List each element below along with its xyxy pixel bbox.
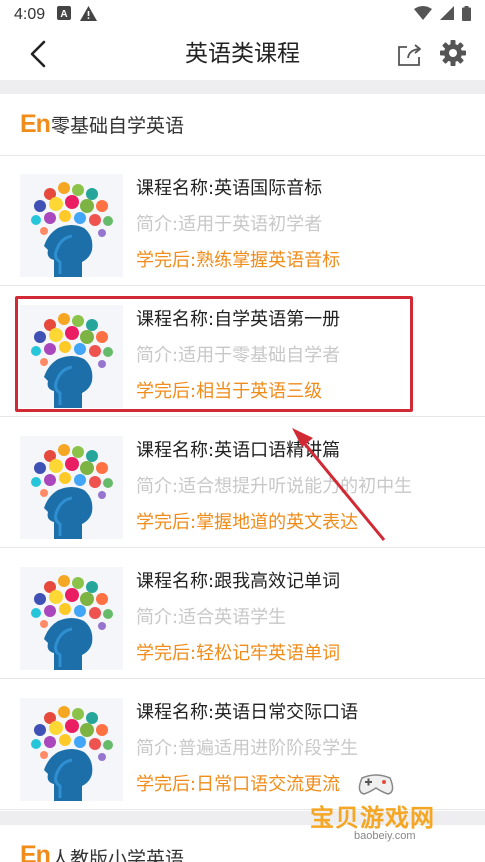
notification-a-icon: A <box>57 6 72 24</box>
section-title: 零基础自学英语 <box>50 115 184 137</box>
course-name: 课程名称:跟我高效记单词 <box>136 571 341 592</box>
course-thumbnail <box>20 698 123 801</box>
top-navigation-bar: 英语类课程 <box>0 30 485 78</box>
course-thumbnail <box>20 567 123 670</box>
course-thumbnail <box>20 436 123 539</box>
warning-icon <box>80 5 98 25</box>
course-intro: 简介:普遍适用进阶阶段学生 <box>136 738 359 759</box>
course-outcome: 学完后:轻松记牢英语单词 <box>136 643 341 664</box>
section-divider <box>0 80 485 94</box>
course-name: 课程名称:英语日常交际口语 <box>136 702 359 723</box>
en-logo: En <box>20 110 51 138</box>
course-outcome: 学完后:熟练掌握英语音标 <box>136 250 341 271</box>
en-logo: En <box>20 841 51 862</box>
highlight-annotation-box <box>15 296 413 412</box>
section-title: 人教版小学英语 <box>50 848 184 862</box>
section-header-beginner[interactable]: En 零基础自学英语 <box>0 94 485 156</box>
course-row[interactable]: 课程名称:英语国际音标 简介:适用于英语初学者 学完后:熟练掌握英语音标 <box>0 156 485 286</box>
course-intro: 简介:适合英语学生 <box>136 607 287 628</box>
watermark-url: baobeiy.com <box>348 830 422 842</box>
wifi-icon <box>414 6 432 24</box>
course-row[interactable]: 课程名称:跟我高效记单词 简介:适合英语学生 学完后:轻松记牢英语单词 <box>0 549 485 679</box>
signal-icon <box>440 6 454 24</box>
share-icon[interactable] <box>396 40 424 68</box>
status-bar: 4:09 A <box>0 0 485 30</box>
settings-gear-icon[interactable] <box>438 38 468 68</box>
watermark-logo: 宝贝游戏网 baobeiy.com <box>300 770 460 850</box>
course-thumbnail <box>20 174 123 277</box>
svg-text:A: A <box>61 9 68 20</box>
course-row[interactable]: 课程名称:英语口语精讲篇 简介:适合想提升听说能力的初中生 学完后:掌握地道的英… <box>0 418 485 548</box>
battery-icon <box>462 5 471 25</box>
course-name: 课程名称:英语国际音标 <box>136 178 323 199</box>
gamepad-icon <box>358 774 394 795</box>
course-name: 课程名称:英语口语精讲篇 <box>136 440 341 461</box>
watermark-text: 宝贝游戏网 <box>310 804 435 832</box>
course-outcome: 学完后:掌握地道的英文表达 <box>136 512 359 533</box>
course-intro: 简介:适用于英语初学者 <box>136 214 323 235</box>
status-time: 4:09 <box>14 6 46 23</box>
course-intro: 简介:适合想提升听说能力的初中生 <box>136 476 413 497</box>
